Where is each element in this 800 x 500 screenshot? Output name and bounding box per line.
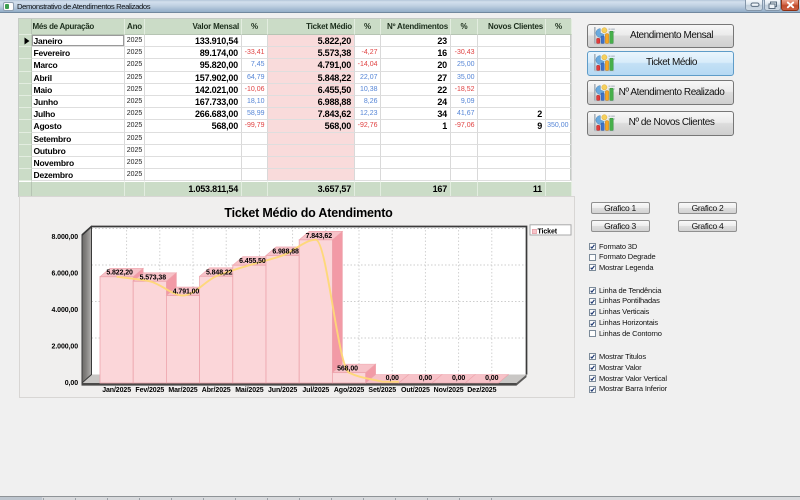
svg-text:0,00: 0,00 [65,380,78,387]
svg-text:0,00: 0,00 [386,375,399,382]
svg-text:4.000,00: 4.000,00 [52,307,79,314]
svg-text:Jun/2025: Jun/2025 [268,387,297,394]
svg-text:5.822,20: 5.822,20 [106,270,133,277]
svg-text:Jul/2025: Jul/2025 [302,387,329,394]
svg-text:Nov/2025: Nov/2025 [434,387,464,394]
svg-text:0,00: 0,00 [452,375,465,382]
svg-text:568,00: 568,00 [337,366,358,373]
svg-text:Abr/2025: Abr/2025 [202,387,231,394]
svg-text:Out/2025: Out/2025 [401,387,430,394]
svg-text:7.843,62: 7.843,62 [306,233,333,240]
svg-text:Fev/2025: Fev/2025 [135,387,164,394]
svg-text:8.000,00: 8.000,00 [52,234,79,241]
svg-text:2.000,00: 2.000,00 [52,344,79,351]
svg-text:4.791,00: 4.791,00 [173,289,200,296]
svg-text:0,00: 0,00 [485,375,498,382]
svg-text:Dez/2025: Dez/2025 [467,387,496,394]
svg-text:6.988,88: 6.988,88 [272,248,299,255]
svg-text:Ticket: Ticket [538,228,558,235]
svg-text:Set/2025: Set/2025 [368,387,396,394]
svg-text:Jan/2025: Jan/2025 [102,387,131,394]
svg-text:5.848,22: 5.848,22 [206,269,233,276]
svg-text:6.000,00: 6.000,00 [52,271,79,278]
svg-text:0,00: 0,00 [419,375,432,382]
svg-text:Ticket Médio do Atendimento: Ticket Médio do Atendimento [224,206,393,220]
svg-text:Mar/2025: Mar/2025 [168,387,197,394]
svg-text:Mai/2025: Mai/2025 [235,387,264,394]
svg-text:Ago/2025: Ago/2025 [334,387,365,394]
svg-text:6.455,50: 6.455,50 [239,258,266,265]
svg-text:5.573,38: 5.573,38 [140,274,167,281]
